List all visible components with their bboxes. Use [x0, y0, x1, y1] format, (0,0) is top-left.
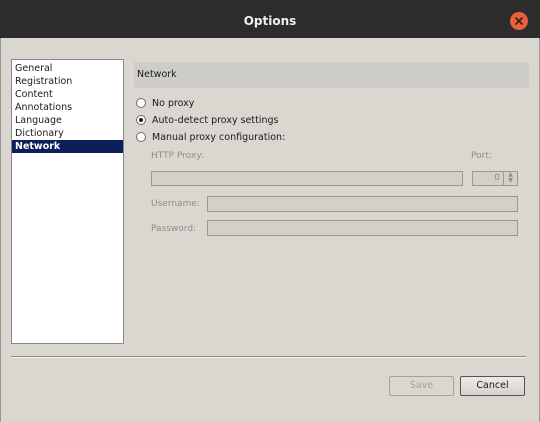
manual-proxy-label: Manual proxy configuration: — [152, 131, 286, 143]
manual-proxy-radio[interactable]: Manual proxy configuration: — [136, 130, 285, 144]
port-label: Port: — [471, 151, 492, 161]
sidebar-item-language[interactable]: Language — [12, 114, 123, 127]
button-divider — [11, 356, 526, 358]
port-value: 0 — [494, 173, 500, 183]
password-input[interactable] — [207, 220, 518, 236]
title-bar: Options — [0, 0, 540, 38]
auto-detect-label: Auto-detect proxy settings — [152, 114, 279, 126]
http-proxy-label: HTTP Proxy: — [151, 151, 204, 161]
no-proxy-label: No proxy — [152, 97, 195, 109]
radio-button-no-proxy[interactable] — [136, 98, 146, 108]
section-title: Network — [137, 69, 177, 80]
options-dialog: General Registration Content Annotations… — [0, 38, 540, 422]
port-spinbox[interactable]: 0 ▲ ▼ — [472, 171, 518, 186]
auto-detect-radio[interactable]: Auto-detect proxy settings — [136, 113, 278, 127]
http-proxy-input[interactable] — [151, 171, 463, 186]
category-list[interactable]: General Registration Content Annotations… — [11, 59, 124, 344]
no-proxy-radio[interactable]: No proxy — [136, 96, 194, 110]
sidebar-item-network[interactable]: Network — [12, 140, 123, 153]
close-icon — [515, 17, 523, 25]
sidebar-item-content[interactable]: Content — [12, 88, 123, 101]
sidebar-item-general[interactable]: General — [12, 62, 123, 75]
window-title: Options — [243, 14, 297, 28]
sidebar-item-registration[interactable]: Registration — [12, 75, 123, 88]
sidebar-item-annotations[interactable]: Annotations — [12, 101, 123, 114]
close-button[interactable] — [510, 12, 528, 30]
sidebar-item-dictionary[interactable]: Dictionary — [12, 127, 123, 140]
cancel-button[interactable]: Cancel — [460, 376, 525, 396]
radio-button-manual[interactable] — [136, 132, 146, 142]
section-header: Network — [134, 62, 529, 88]
save-button[interactable]: Save — [389, 376, 454, 396]
username-input[interactable] — [207, 196, 518, 212]
password-label: Password: — [151, 224, 197, 234]
username-label: Username: — [151, 199, 200, 209]
radio-button-auto-detect[interactable] — [136, 115, 146, 125]
arrow-down-icon[interactable]: ▼ — [504, 178, 517, 184]
port-stepper[interactable]: ▲ ▼ — [503, 172, 517, 185]
